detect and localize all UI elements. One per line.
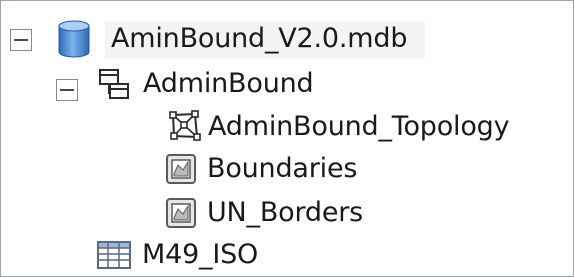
tree-node-root[interactable]: AminBound_V2.0.mdb — [111, 17, 407, 61]
tree-node-table[interactable]: M49_ISO — [142, 233, 258, 277]
topology-icon — [168, 109, 202, 143]
tree-node-label: UN_Borders — [207, 197, 364, 228]
tree-node-label: AdminBound — [143, 68, 314, 99]
tree-node-dataset[interactable]: AdminBound — [143, 62, 314, 106]
tree-node-label: M49_ISO — [142, 239, 259, 270]
tree-node-un-borders[interactable]: UN_Borders — [207, 191, 363, 235]
database-icon — [56, 19, 92, 59]
collapse-toggle-root[interactable] — [10, 29, 32, 51]
tree-node-boundaries[interactable]: Boundaries — [207, 147, 357, 191]
tree-node-label: AminBound_V2.0.mdb — [111, 23, 408, 54]
collapse-toggle-dataset[interactable] — [56, 79, 78, 101]
catalog-tree: AminBound_V2.0.mdb AdminBound AdminBound… — [0, 0, 574, 277]
polygon-feature-class-icon — [165, 197, 197, 229]
tree-node-topology[interactable]: AdminBound_Topology — [208, 105, 510, 149]
feature-dataset-icon — [97, 67, 131, 103]
table-icon — [96, 240, 132, 270]
polygon-feature-class-icon — [165, 153, 197, 185]
tree-node-label: AdminBound_Topology — [208, 111, 510, 142]
tree-node-label: Boundaries — [207, 153, 358, 184]
